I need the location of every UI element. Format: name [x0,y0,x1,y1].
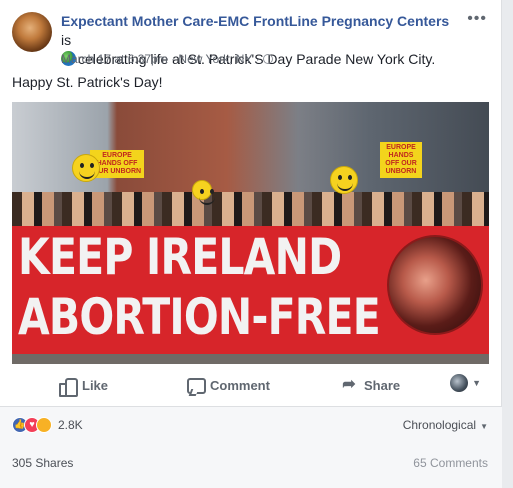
more-options-icon[interactable]: ••• [467,10,487,28]
post-card: Expectant Mother Care-EMC FrontLine Preg… [0,0,502,488]
react-as-selector[interactable]: ▼ [450,374,481,392]
comments-count[interactable]: 65 Comments [413,456,488,470]
share-arrow-icon: ➦ [342,376,356,393]
post-date-link[interactable]: March 17 at 6:37pm [61,52,168,66]
smiley-balloon-1 [72,154,100,182]
chevron-down-icon: ▼ [472,378,481,388]
banner-line-2: ABORTION-FREE [18,288,381,346]
comment-sort-dropdown[interactable]: Chronological ▼ [403,418,488,432]
page-avatar[interactable] [12,12,52,52]
public-icon[interactable] [262,54,273,64]
page-name-link[interactable]: Expectant Mother Care-EMC FrontLine Preg… [61,13,449,29]
fetus-image [387,235,483,335]
post-meta: March 17 at 6:37pm · New York, NY · [61,52,273,66]
photo-ground [12,354,489,364]
sort-label: Chronological [402,418,477,432]
chevron-down-icon: ▼ [480,422,488,431]
smiley-balloon-3 [192,180,215,205]
sad-reaction-icon [36,417,52,433]
thumbs-up-icon [58,376,78,397]
smiley-balloon-2 [330,166,358,194]
reaction-count[interactable]: 2.8K [58,418,83,432]
post-stats: 👍 ♥ 2.8K Chronological ▼ 305 Shares 65 Co… [0,407,502,488]
share-label: Share [364,377,401,393]
comment-label: Comment [210,377,270,393]
comment-button[interactable]: Comment [186,376,270,394]
meta-separator: · [171,52,176,66]
share-button[interactable]: ➦ Share [340,376,400,394]
banner-line-1: KEEP IRELAND [18,228,342,286]
shares-count[interactable]: 305 Shares [12,456,73,470]
location-link[interactable]: New York, NY [178,52,252,66]
reactor-avatar [450,374,469,392]
is-text: is [61,32,72,48]
action-bar: Like Comment ➦ Share ▼ [12,372,489,400]
reactions-summary[interactable]: 👍 ♥ 2.8K [12,417,83,433]
like-label: Like [82,377,109,393]
speech-bubble-icon [186,376,206,394]
protest-sign-right: EUROPE HANDS OFF OUR UNBORN [380,142,422,178]
post-text: Happy St. Patrick's Day! [12,74,163,90]
meta-separator-2: · [255,52,260,66]
post-photo[interactable]: EUROPE HANDS OFF OUR UNBORN EUROPE HANDS… [12,102,489,364]
like-button[interactable]: Like [58,376,109,397]
